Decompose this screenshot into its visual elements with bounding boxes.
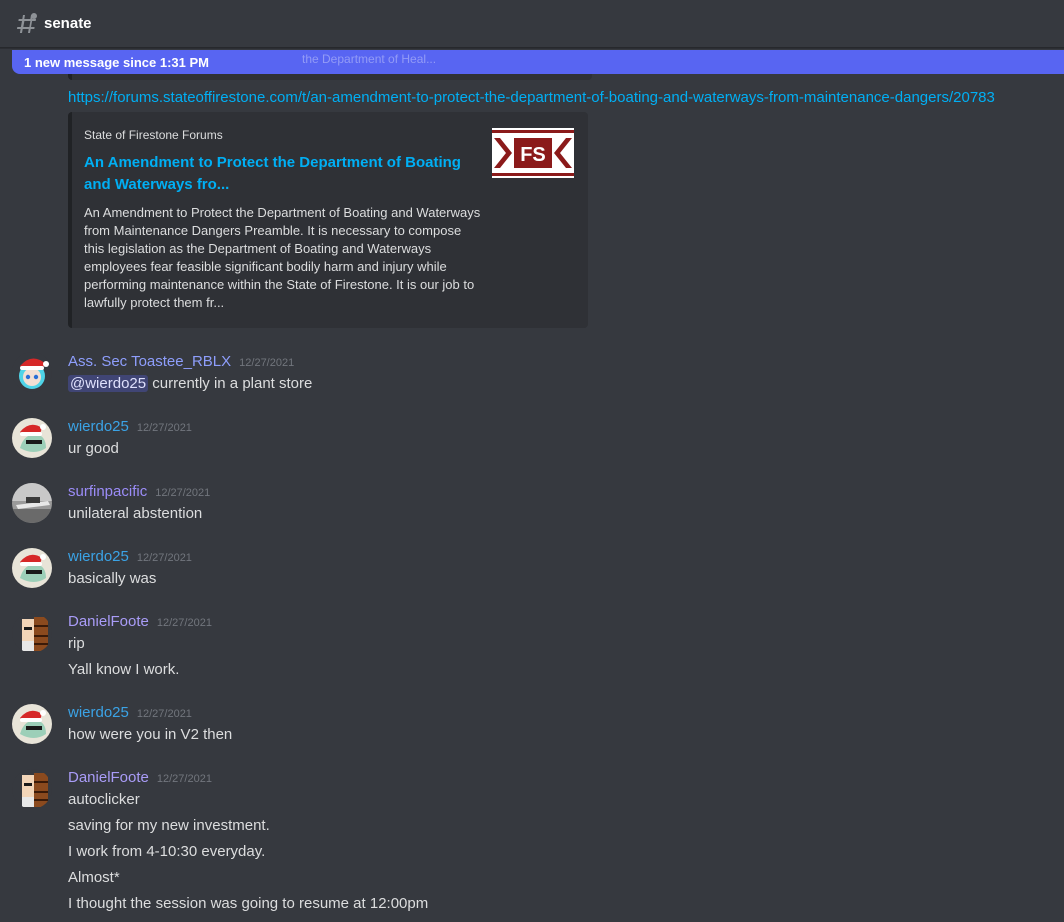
message-text: saving for my new investment. (68, 817, 270, 834)
message-line: @wierdo25 currently in a plant store (68, 375, 312, 392)
message-text: I thought the session was going to resum… (68, 895, 429, 912)
hashtag-icon (17, 12, 37, 33)
timestamp: 12/27/2021 (239, 357, 295, 369)
avatar[interactable] (12, 548, 52, 588)
timestamp: 12/27/2021 (136, 552, 192, 564)
timestamp: 12/27/2021 (156, 773, 212, 785)
channel-name[interactable]: senate (44, 15, 92, 32)
author-name[interactable]: wierdo25 (68, 418, 129, 435)
author-name[interactable]: DanielFoote (68, 769, 149, 786)
message-text: unilateral abstention (68, 505, 203, 522)
message-author[interactable]: wierdo25 12/27/2021 (68, 418, 192, 435)
avatar[interactable] (12, 483, 52, 523)
user-mention[interactable]: @wierdo25 (68, 375, 149, 392)
avatar[interactable] (12, 769, 52, 809)
new-messages-bar[interactable]: 1 new message since 1:31 PM the Departme… (12, 50, 1064, 74)
new-messages-label: 1 new message since 1:31 PM (24, 54, 209, 70)
author-name[interactable]: DanielFoote (68, 613, 149, 630)
message-text: Yall know I work. (68, 661, 180, 678)
author-name[interactable]: wierdo25 (68, 704, 129, 721)
timestamp: 12/27/2021 (136, 422, 192, 434)
message-text: currently in a plant store (152, 375, 313, 392)
author-name[interactable]: surfinpacific (68, 483, 147, 500)
message-text: rip (68, 635, 85, 652)
timestamp: 12/27/2021 (136, 708, 192, 720)
forum-link[interactable]: https://forums.stateoffirestone.com/t/an… (68, 89, 995, 106)
avatar[interactable] (12, 704, 52, 744)
embed-thumbnail-text: FS (520, 144, 546, 166)
message-text: ur good (68, 440, 119, 457)
message-text: I work from 4-10:30 everyday. (68, 843, 266, 860)
embed-description: An Amendment to Protect the Department o… (84, 205, 481, 310)
message-author[interactable]: wierdo25 12/27/2021 (68, 704, 192, 721)
avatar[interactable] (12, 418, 52, 458)
message-text: autoclicker (68, 791, 140, 808)
message-author[interactable]: wierdo25 12/27/2021 (68, 548, 192, 565)
message-author[interactable]: surfinpacific 12/27/2021 (68, 483, 210, 500)
link-embed: State of Firestone Forums An Amendment t… (68, 112, 588, 328)
avatar[interactable] (12, 613, 52, 653)
message-author[interactable]: DanielFoote 12/27/2021 (68, 613, 212, 630)
new-messages-ghost-text: the Department of Heal... (302, 52, 437, 66)
channel-header: senate (0, 0, 1064, 48)
author-name[interactable]: Ass. Sec Toastee_RBLX (68, 353, 231, 370)
embed-thumbnail[interactable]: FS (492, 128, 574, 178)
author-name[interactable]: wierdo25 (68, 548, 129, 565)
message-text: basically was (68, 570, 157, 587)
message-text: Almost* (68, 869, 120, 886)
avatar[interactable] (12, 352, 52, 392)
timestamp: 12/27/2021 (156, 617, 212, 629)
message-text: how were you in V2 then (68, 726, 233, 743)
embed-title[interactable]: An Amendment to Protect the Department o… (84, 152, 474, 196)
message-author[interactable]: DanielFoote 12/27/2021 (68, 769, 212, 786)
timestamp: 12/27/2021 (155, 487, 211, 499)
message-author[interactable]: Ass. Sec Toastee_RBLX 12/27/2021 (68, 353, 294, 370)
